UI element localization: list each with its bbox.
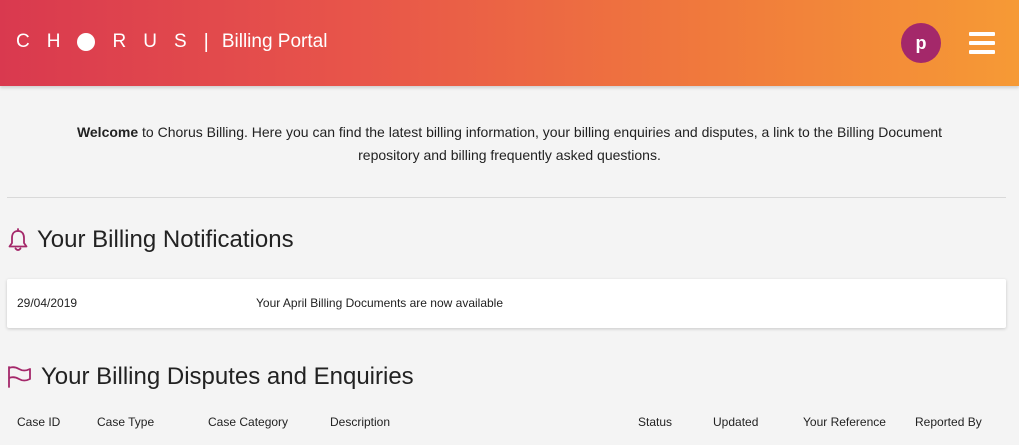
notifications-title: Your Billing Notifications: [37, 226, 294, 253]
notification-date: 29/04/2019: [17, 296, 78, 310]
notification-item[interactable]: 29/04/2019 Your April Billing Documents …: [7, 279, 1006, 328]
user-avatar[interactable]: p: [901, 23, 941, 63]
disputes-table-header: Case ID Case Type Case Category Descript…: [0, 415, 1019, 435]
flag-icon: [8, 366, 31, 388]
logo-separator: |: [203, 31, 209, 53]
disputes-heading: Your Billing Disputes and Enquiries: [7, 363, 414, 391]
logo-letter-r: R: [112, 31, 127, 52]
welcome-bold: Welcome: [76, 124, 139, 140]
bell-icon: [8, 228, 28, 251]
logo-letter-c: C: [16, 31, 30, 52]
column-description[interactable]: Description: [330, 415, 390, 429]
column-case-type[interactable]: Case Type: [97, 415, 154, 429]
column-case-id[interactable]: Case ID: [17, 415, 60, 429]
welcome-text: to Chorus Billing. Here you can find the…: [138, 124, 943, 163]
notification-message: Your April Billing Documents are now ava…: [256, 296, 504, 310]
app-header: C H R U S | Billing Portal p: [0, 0, 1019, 86]
hamburger-menu-icon[interactable]: [969, 32, 995, 54]
logo-letter-h: H: [46, 31, 61, 52]
logo-letter-u: U: [143, 31, 157, 52]
divider: [7, 197, 1006, 198]
column-case-category[interactable]: Case Category: [208, 415, 288, 429]
welcome-message: Welcome to Chorus Billing. Here you can …: [60, 121, 959, 167]
disputes-title: Your Billing Disputes and Enquiries: [41, 363, 414, 390]
logo-dot-icon: [77, 33, 96, 51]
notifications-heading: Your Billing Notifications: [7, 226, 294, 254]
column-status[interactable]: Status: [638, 415, 672, 429]
chorus-logo[interactable]: C H R U S | Billing Portal: [16, 29, 327, 55]
column-reported-by[interactable]: Reported By: [915, 415, 982, 429]
portal-title: Billing Portal: [221, 31, 328, 52]
logo-letter-s: S: [173, 31, 187, 52]
column-your-reference[interactable]: Your Reference: [803, 415, 886, 429]
column-updated[interactable]: Updated: [713, 415, 758, 429]
